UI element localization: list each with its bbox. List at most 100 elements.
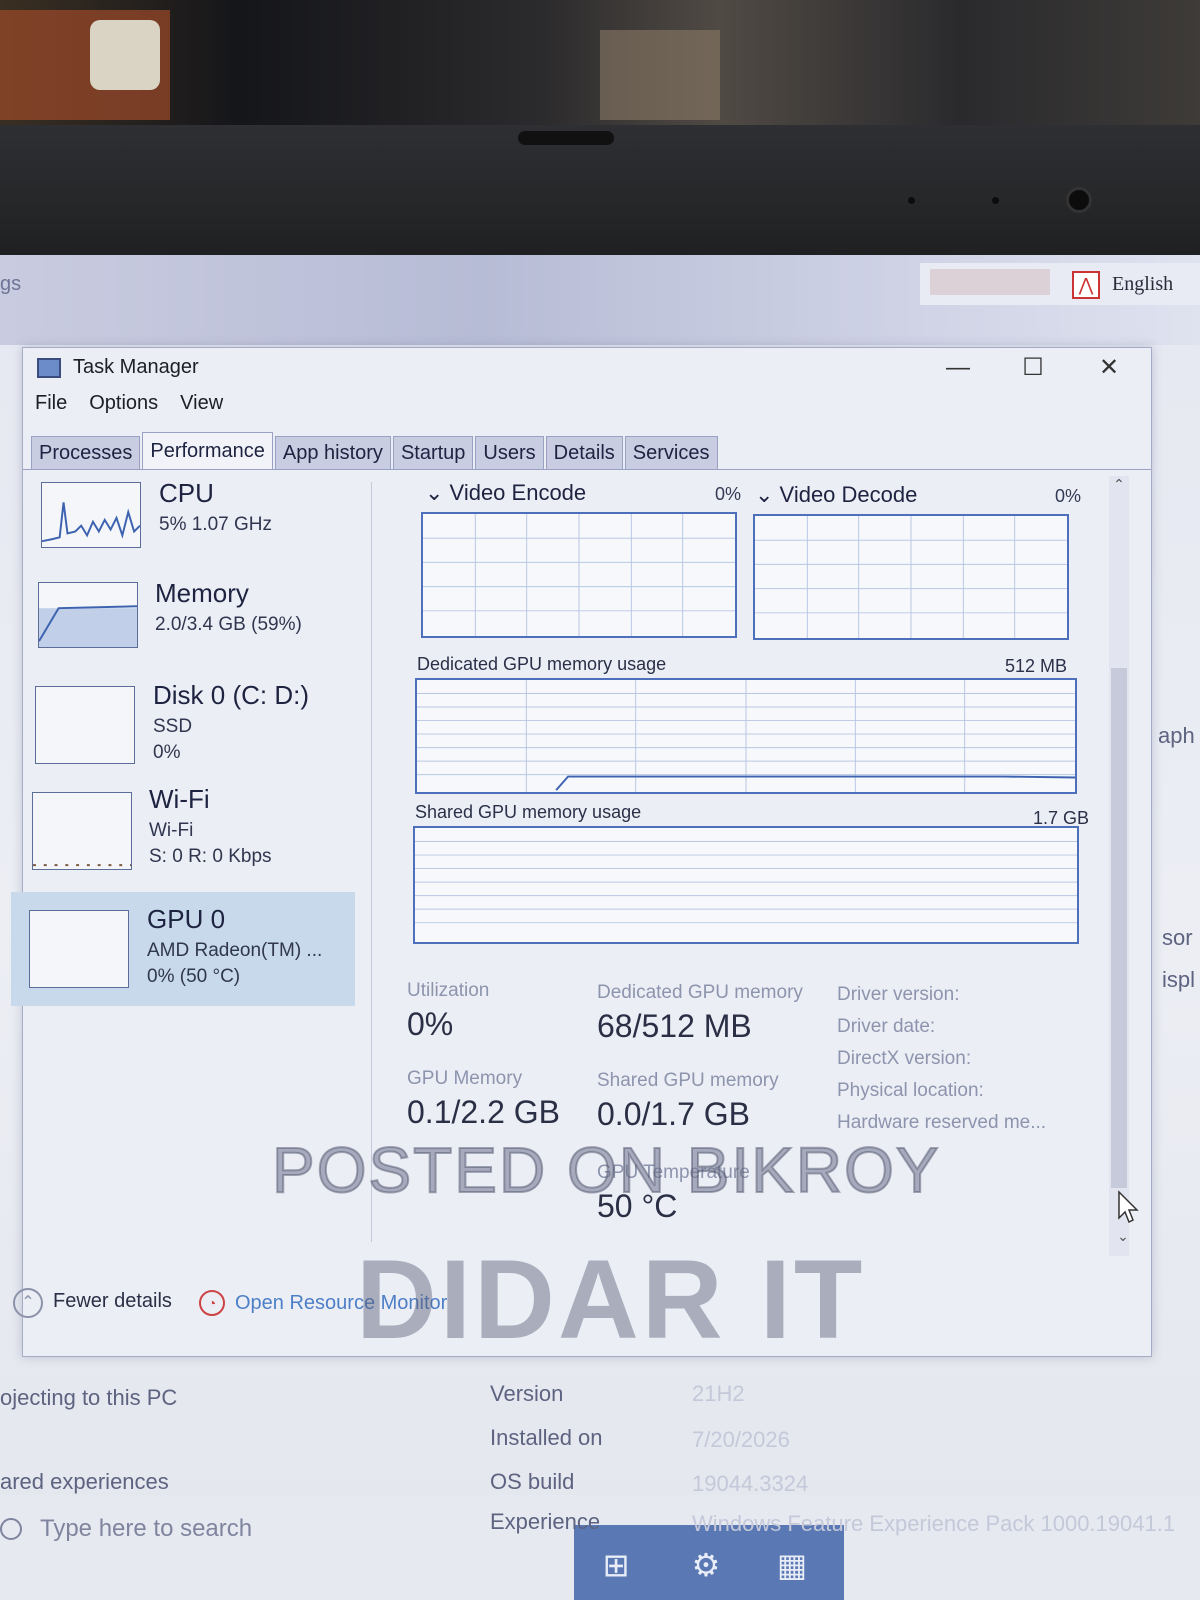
sidebar-item-detail: 0% — [153, 742, 181, 763]
watermark-line-2: DIDAR IT — [356, 1237, 866, 1362]
video-decode-label: Video Decode — [779, 482, 918, 507]
shared-memory-value: 0.0/1.7 GB — [597, 1096, 750, 1132]
sidebar-item-detail: Wi-Fi — [149, 820, 194, 841]
video-decode-header[interactable]: ⌄ Video Decode — [755, 482, 917, 508]
driver-date-label: Driver date: — [837, 1016, 936, 1037]
bezel-sensor — [992, 197, 999, 204]
sidebar-item-disk[interactable]: Disk 0 (C: D:) SSD 0% — [23, 672, 373, 772]
chevron-up-icon[interactable]: ⌃ — [13, 1288, 43, 1318]
settings-link[interactable]: ojecting to this PC — [0, 1385, 177, 1411]
shared-memory-graph-label: Shared GPU memory usage — [415, 802, 642, 822]
menu-bar: File Options View — [23, 392, 233, 420]
utilization-value: 0% — [407, 1006, 454, 1042]
task-view-icon[interactable]: ⊞ — [596, 1545, 636, 1585]
utilization-label: Utilization — [407, 980, 490, 1001]
video-encode-graph — [421, 512, 737, 638]
sidebar-item-detail: S: 0 R: 0 Kbps — [149, 846, 272, 867]
settings-fragment: sor — [1162, 925, 1193, 950]
tab-app-history[interactable]: App history — [274, 436, 391, 470]
sidebar-item-gpu[interactable]: GPU 0 AMD Radeon(TM) ... 0% (50 °C) — [11, 892, 355, 1006]
shared-memory-graph — [413, 826, 1079, 944]
tab-performance[interactable]: Performance — [142, 432, 273, 470]
sidebar-item-detail: 2.0/3.4 GB (59%) — [155, 614, 302, 635]
video-encode-pct: 0% — [715, 484, 742, 504]
video-encode-label: Video Encode — [449, 480, 587, 505]
screen: gs ⋀ English aph sor ispl Task Manager —… — [0, 255, 1200, 1600]
menu-options[interactable]: Options — [89, 392, 158, 415]
dedicated-memory-value: 68/512 MB — [597, 1008, 752, 1044]
driver-version-label: Driver version: — [837, 984, 960, 1005]
spec-label: Experience — [490, 1509, 601, 1534]
laptop-bezel — [0, 125, 1200, 255]
video-decode-graph — [753, 514, 1069, 640]
sidebar-item-detail: 5% 1.07 GHz — [159, 514, 272, 535]
sidebar-item-label: Memory — [155, 578, 249, 608]
directx-version-label: DirectX version: — [837, 1048, 972, 1069]
disk-thumbnail — [35, 686, 135, 764]
window-title: Task Manager — [73, 356, 199, 378]
tab-processes[interactable]: Processes — [31, 436, 141, 470]
sidebar-item-detail: AMD Radeon(TM) ... — [147, 940, 323, 961]
wifi-thumbnail — [32, 792, 132, 870]
menu-file[interactable]: File — [35, 392, 67, 415]
scrollbar-thumb[interactable] — [1111, 668, 1127, 1188]
task-manager-taskbar-icon[interactable]: ▦ — [772, 1545, 812, 1585]
dedicated-memory-label: Dedicated GPU memory — [597, 982, 803, 1003]
spec-value: 21H2 — [692, 1381, 745, 1406]
fewer-details-link[interactable]: Fewer details — [53, 1290, 172, 1313]
spec-label: Version — [490, 1381, 564, 1406]
menu-view[interactable]: View — [180, 392, 223, 415]
dedicated-memory-graph-label: Dedicated GPU memory usage — [417, 654, 667, 674]
maximize-button[interactable]: ☐ — [1013, 352, 1053, 384]
title-bar[interactable]: Task Manager — ☐ ✕ — [23, 348, 1151, 388]
task-manager-icon — [37, 358, 61, 378]
video-encode-header[interactable]: ⌄ Video Encode — [425, 480, 586, 506]
resource-monitor-icon[interactable]: ◔ — [199, 1290, 225, 1316]
scroll-down-icon[interactable]: ⌄ — [1113, 1228, 1133, 1248]
dedicated-memory-graph — [415, 678, 1077, 794]
tray-item — [930, 269, 1050, 295]
settings-fragment: ispl — [1162, 967, 1196, 992]
watermark-line-1: POSTED ON BIKROY — [271, 1133, 941, 1207]
gear-icon[interactable]: ⚙ — [686, 1545, 726, 1585]
scroll-up-icon[interactable]: ⌃ — [1109, 476, 1129, 496]
bezel-sensor — [908, 197, 915, 204]
tab-startup[interactable]: Startup — [392, 436, 474, 470]
hardware-reserved-label: Hardware reserved me... — [837, 1112, 1047, 1133]
gpu-thumbnail — [29, 910, 129, 988]
gpu-memory-label: GPU Memory — [407, 1068, 523, 1089]
bezel-notch — [518, 131, 614, 145]
sidebar-item-detail: SSD — [153, 716, 193, 737]
sidebar-item-detail: 0% (50 °C) — [147, 966, 241, 987]
search-icon[interactable] — [0, 1518, 22, 1540]
close-button[interactable]: ✕ — [1089, 352, 1129, 384]
dedicated-memory-graph-max: 512 MB — [1005, 656, 1068, 676]
webcam-icon — [1066, 187, 1092, 213]
settings-link[interactable]: ared experiences — [0, 1469, 169, 1495]
sidebar-item-wifi[interactable]: Wi-Fi Wi-Fi S: 0 R: 0 Kbps — [23, 782, 373, 882]
settings-fragment: aph — [1158, 723, 1195, 748]
spec-value: Windows Feature Experience Pack 1000.190… — [692, 1511, 1176, 1536]
cpu-thumbnail — [41, 482, 141, 548]
sidebar-item-cpu[interactable]: CPU 5% 1.07 GHz — [23, 472, 373, 572]
sidebar-item-label: Wi-Fi — [149, 784, 210, 814]
settings-title-fragment: gs — [0, 273, 22, 295]
tab-services[interactable]: Services — [624, 436, 718, 470]
shelf-item — [600, 30, 720, 120]
sidebar-item-label: CPU — [159, 478, 214, 508]
language-label[interactable]: English — [1112, 273, 1173, 296]
gpu-memory-value: 0.1/2.2 GB — [407, 1094, 560, 1130]
tab-bar: Processes Performance App history Startu… — [31, 432, 720, 470]
memory-thumbnail — [38, 582, 138, 648]
physical-location-label: Physical location: — [837, 1080, 984, 1101]
tab-details[interactable]: Details — [545, 436, 623, 470]
minimize-button[interactable]: — — [938, 352, 978, 384]
video-decode-pct: 0% — [1055, 486, 1082, 506]
background-shelf — [0, 0, 1200, 130]
spec-value: 7/20/2026 — [692, 1427, 790, 1452]
sidebar-item-memory[interactable]: Memory 2.0/3.4 GB (59%) — [23, 572, 373, 672]
language-icon[interactable]: ⋀ — [1072, 271, 1100, 299]
tab-users[interactable]: Users — [475, 436, 544, 470]
taskbar-search-input[interactable]: Type here to search — [40, 1515, 252, 1543]
sidebar-item-label: GPU 0 — [147, 904, 226, 934]
